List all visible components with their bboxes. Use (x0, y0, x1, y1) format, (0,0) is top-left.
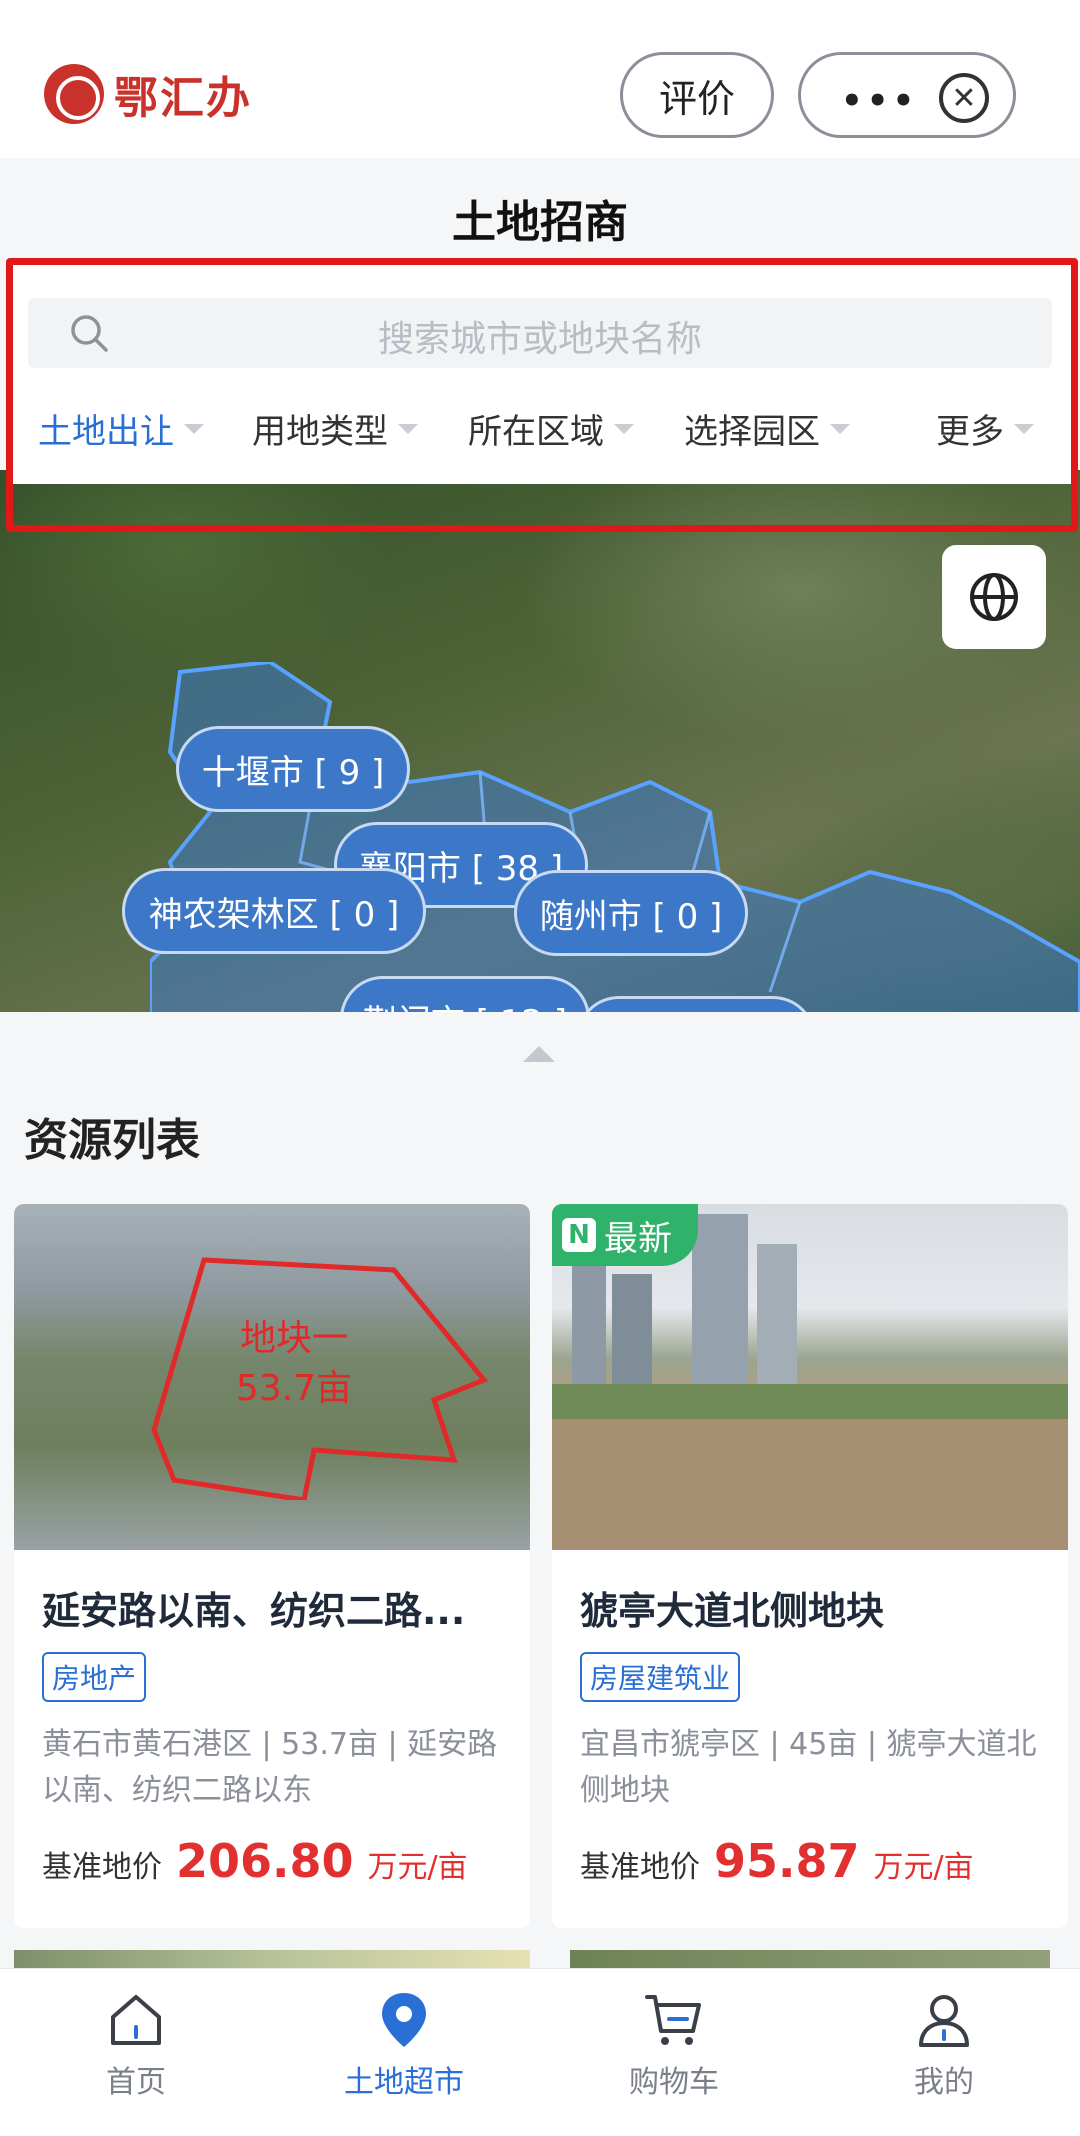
region-map[interactable]: 十堰市 [ 9 ] 襄阳市 [ 38 ] 神农架林区 [ 0 ] 随州市 [ 0… (0, 470, 1080, 1012)
card-description: 宜昌市猇亭区 | 45亩 | 猇亭大道北侧地块 (580, 1727, 1037, 1808)
map-pill-shiyan[interactable]: 十堰市 [ 9 ] (176, 726, 410, 812)
mini-program-capsule: ••• ✕ (798, 52, 1016, 138)
top-bar: 鄂汇办 评价 ••• ✕ (0, 0, 1080, 158)
category-tag: 房地产 (42, 1652, 147, 1702)
category-tag: 房屋建筑业 (580, 1652, 741, 1702)
app-root: 鄂汇办 评价 ••• ✕ 土地招商 十堰市 [ 9 ] 襄阳市 [ 38 ] 神… (0, 0, 1080, 2136)
card-image: N 最新 (552, 1204, 1068, 1550)
price-row: 基准地价 95.87 万元/亩 (580, 1834, 974, 1888)
user-icon (919, 1995, 969, 2047)
page-title: 土地招商 (452, 197, 628, 248)
brand-emblem-icon (44, 64, 104, 124)
map-pill-shennongjia[interactable]: 神农架林区 [ 0 ] (122, 868, 426, 954)
resource-card[interactable]: N 最新 猇亭大道北侧地块 房屋建筑业 宜昌市猇亭区 | 45亩 | 猇亭大道北… (552, 1204, 1068, 1928)
globe-icon (970, 573, 1018, 621)
brand-name: 鄂汇办 (114, 73, 252, 124)
price-label: 基准地价 (580, 1850, 700, 1885)
map-pill-partial[interactable] (576, 996, 816, 1012)
new-badge: N 最新 (552, 1204, 698, 1266)
price-label: 基准地价 (42, 1850, 162, 1885)
resource-card[interactable]: 地块一 53.7亩 延安路以南、纺织二路... 房地产 黄石市黄石港区 | 53… (14, 1204, 530, 1928)
new-icon: N (562, 1218, 596, 1252)
section-title: 资源列表 (24, 1115, 200, 1166)
nav-cart[interactable]: 购物车 (574, 1989, 774, 2101)
cart-icon (645, 1995, 701, 2045)
bottom-nav: 首页 土地超市 购物车 我的 (0, 1968, 1080, 2136)
card-title: 延安路以南、纺织二路... (42, 1589, 466, 1633)
nav-home[interactable]: 首页 (36, 1989, 236, 2101)
province-region-shape (150, 662, 1080, 1012)
collapse-handle-icon[interactable] (523, 1046, 555, 1062)
price-value: 95.87 (714, 1834, 860, 1888)
nav-label: 购物车 (629, 2065, 719, 2100)
map-pill-jingmen[interactable]: 荆门市 [ 12 ] (340, 976, 590, 1012)
close-icon[interactable]: ✕ (939, 73, 989, 123)
map-pill-suizhou[interactable]: 随州市 [ 0 ] (514, 870, 748, 956)
brand-logo: 鄂汇办 (44, 62, 252, 126)
card-title: 猇亭大道北侧地块 (580, 1589, 885, 1633)
nav-land-market[interactable]: 土地超市 (304, 1989, 504, 2101)
price-row: 基准地价 206.80 万元/亩 (42, 1834, 468, 1888)
price-value: 206.80 (176, 1834, 354, 1888)
more-icon[interactable]: ••• (841, 81, 918, 121)
new-badge-label: 最新 (604, 1218, 672, 1259)
nav-profile[interactable]: 我的 (844, 1989, 1044, 2101)
plot-label-area: 53.7亩 (235, 1368, 353, 1409)
price-unit: 万元/亩 (873, 1850, 974, 1885)
home-icon (111, 1995, 161, 2045)
location-pin-icon (382, 1993, 426, 2047)
rate-button[interactable]: 评价 (620, 52, 774, 138)
map-layer-button[interactable] (942, 545, 1046, 649)
plot-label: 地块一 53.7亩 (214, 1314, 374, 1414)
plot-label-name: 地块一 (239, 1318, 348, 1359)
nav-label: 首页 (106, 2065, 166, 2100)
nav-label: 我的 (914, 2065, 974, 2100)
price-unit: 万元/亩 (367, 1850, 468, 1885)
highlight-frame (6, 258, 1078, 532)
nav-label: 土地超市 (344, 2065, 464, 2100)
card-image: 地块一 53.7亩 (14, 1204, 530, 1550)
card-description: 黄石市黄石港区 | 53.7亩 | 延安路以南、纺织二路以东 (42, 1727, 498, 1808)
